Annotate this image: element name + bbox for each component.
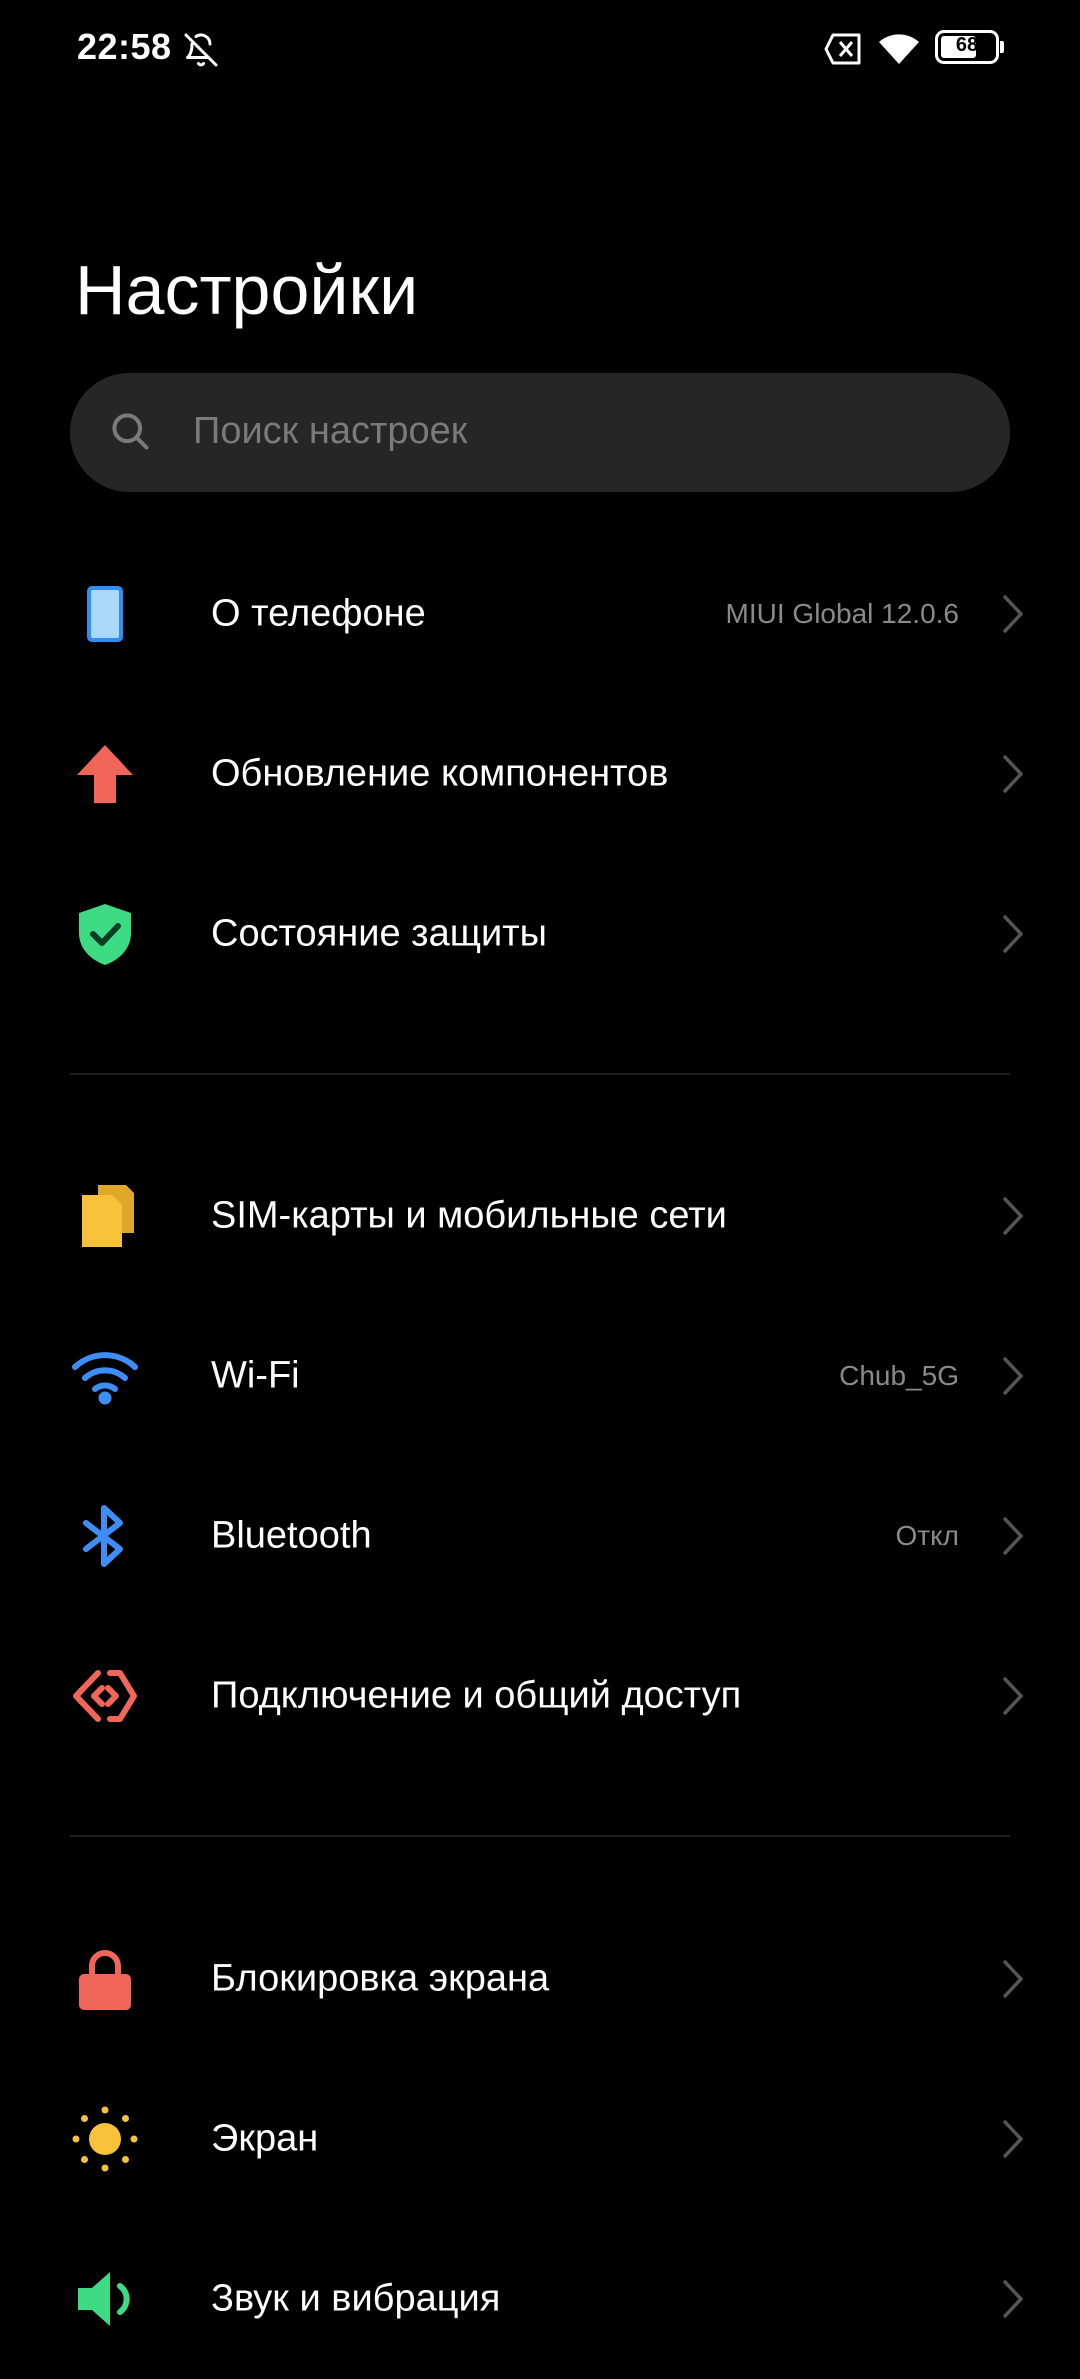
speaker-icon: [78, 2272, 130, 2326]
search-placeholder: Поиск настроек: [193, 410, 468, 452]
status-bar: 22:58 68: [0, 0, 1080, 100]
page-title: Настройки: [75, 251, 419, 329]
row-label: Bluetooth: [211, 1514, 372, 1557]
settings-item-component-update[interactable]: Обновление компонентов: [0, 694, 1080, 854]
chevron-right-icon: [1003, 2120, 1023, 2158]
arrow-up-icon: [77, 745, 133, 803]
bell-off-icon: [184, 33, 218, 67]
section-divider: [70, 1073, 1010, 1075]
wifi-icon: [72, 1352, 138, 1405]
connection-icon: [73, 1670, 137, 1722]
row-label: Состояние защиты: [211, 912, 547, 955]
row-value: Chub_5G: [839, 1360, 959, 1391]
row-label: Wi-Fi: [211, 1354, 300, 1397]
status-time: 22:58: [77, 26, 172, 67]
chevron-right-icon: [1003, 2280, 1023, 2318]
chevron-right-icon: [1003, 1960, 1023, 1998]
settings-item-sim-cards[interactable]: SIM-карты и мобильные сети: [0, 1136, 1080, 1296]
chevron-right-icon: [1003, 1197, 1023, 1235]
settings-item-sound-vibration[interactable]: Звук и вибрация: [0, 2219, 1080, 2379]
row-label: Обновление компонентов: [211, 752, 669, 795]
section-divider: [70, 1835, 1010, 1837]
chevron-right-icon: [1003, 595, 1023, 633]
settings-item-bluetooth[interactable]: Bluetooth Откл: [0, 1456, 1080, 1616]
settings-item-display[interactable]: Экран: [0, 2059, 1080, 2219]
settings-item-security-status[interactable]: Состояние защиты: [0, 854, 1080, 1014]
row-value: Откл: [895, 1520, 959, 1551]
row-label: SIM-карты и мобильные сети: [211, 1194, 727, 1237]
chevron-right-icon: [1003, 915, 1023, 953]
row-label: Подключение и общий доступ: [211, 1674, 742, 1717]
settings-item-wifi[interactable]: Wi-Fi Chub_5G: [0, 1296, 1080, 1456]
search-input[interactable]: Поиск настроек: [70, 373, 1010, 492]
sun-icon: [72, 2106, 138, 2172]
row-label: Звук и вибрация: [211, 2277, 501, 2320]
battery-tip: [1000, 41, 1004, 53]
row-value: MIUI Global 12.0.6: [725, 598, 959, 629]
chevron-right-icon: [1003, 1517, 1023, 1555]
shield-check-icon: [79, 904, 131, 965]
settings-item-connection-sharing[interactable]: Подключение и общий доступ: [0, 1616, 1080, 1776]
row-label: О телефоне: [211, 592, 426, 635]
sim-x-icon: [824, 33, 861, 65]
row-label: Экран: [211, 2117, 319, 2160]
settings-item-lock-screen[interactable]: Блокировка экрана: [0, 1899, 1080, 2059]
settings-item-about-phone[interactable]: О телефоне MIUI Global 12.0.6: [0, 534, 1080, 694]
sim-card-icon: [82, 1185, 134, 1247]
bluetooth-icon: [83, 1505, 123, 1567]
battery-level: 68: [955, 34, 979, 56]
battery-icon: 68: [935, 30, 999, 64]
search-icon: [112, 413, 149, 450]
lock-icon: [79, 1950, 131, 2010]
row-label: Блокировка экрана: [211, 1957, 550, 2000]
chevron-right-icon: [1003, 1677, 1023, 1715]
chevron-right-icon: [1003, 1357, 1023, 1395]
wifi-icon: [879, 34, 919, 64]
chevron-right-icon: [1003, 755, 1023, 793]
phone-icon: [87, 586, 123, 642]
